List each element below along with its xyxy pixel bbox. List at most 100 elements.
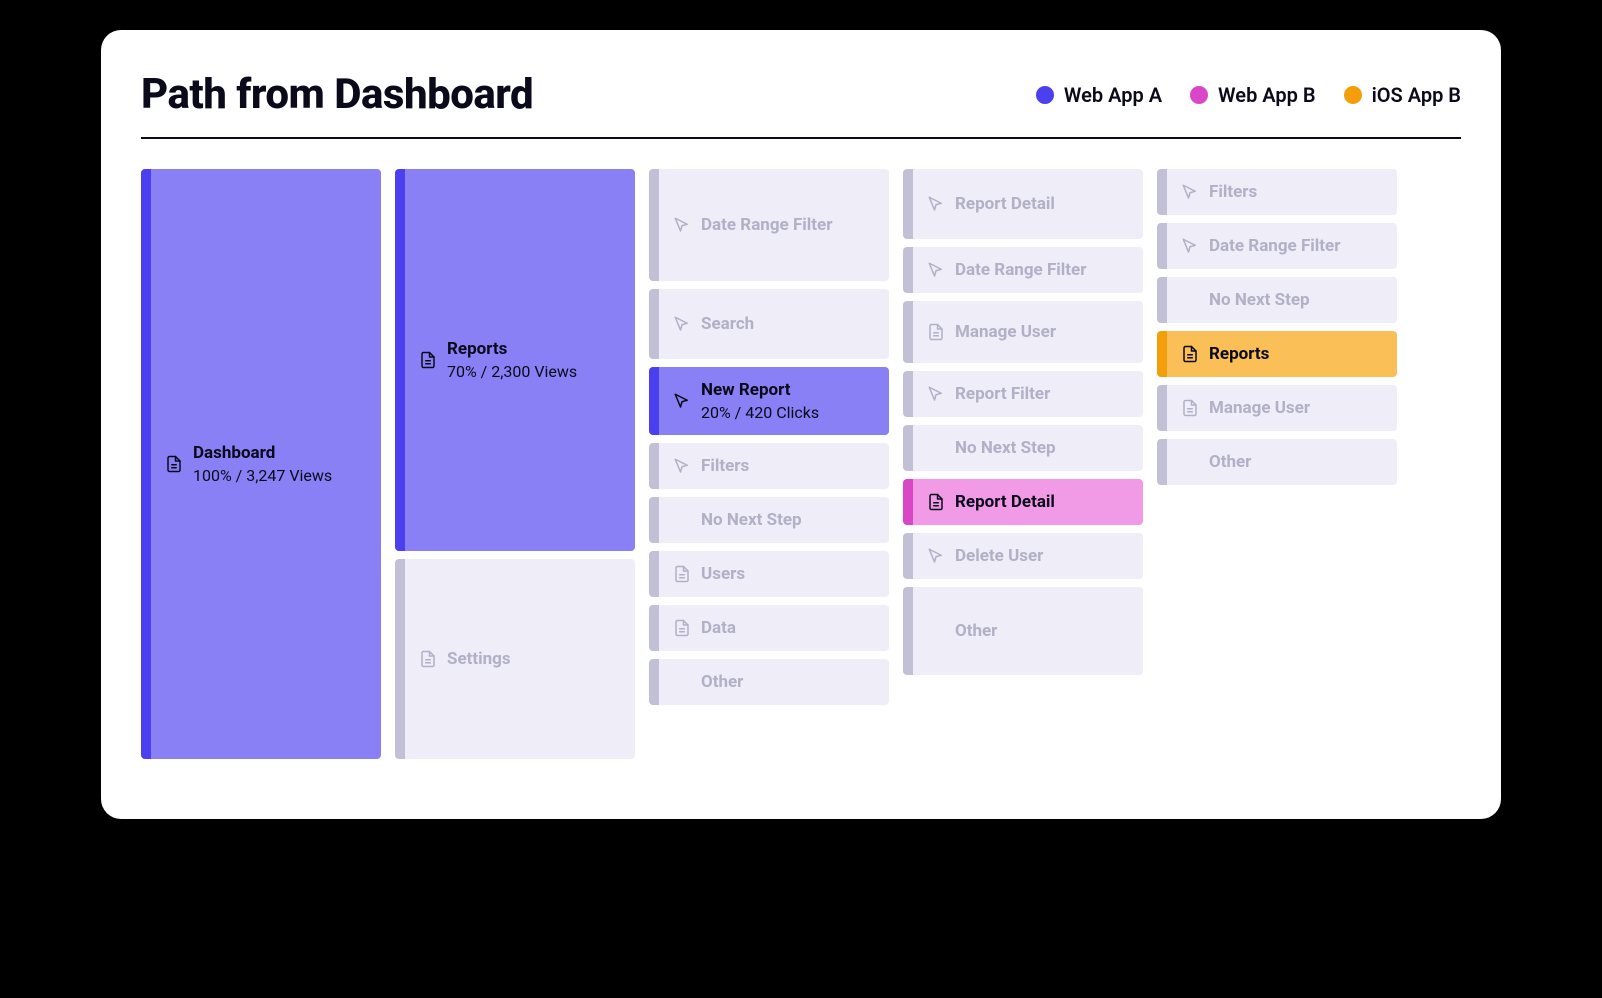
node-content: Dashboard100% / 3,247 Views xyxy=(151,169,381,759)
node-name: Report Detail xyxy=(955,491,1055,513)
path-node[interactable]: Other xyxy=(649,659,889,705)
path-node[interactable]: Filters xyxy=(1157,169,1397,215)
node-name: No Next Step xyxy=(1209,289,1310,311)
path-node[interactable]: Date Range Filter xyxy=(1157,223,1397,269)
document-icon xyxy=(927,493,945,511)
legend-item[interactable]: Web App B xyxy=(1190,83,1316,107)
node-name: Settings xyxy=(447,648,511,670)
path-node[interactable]: Manage User xyxy=(1157,385,1397,431)
legend-label: Web App A xyxy=(1064,83,1162,107)
path-node[interactable]: No Next Step xyxy=(1157,277,1397,323)
node-label: Date Range Filter xyxy=(701,214,832,236)
node-name: Reports xyxy=(447,338,577,360)
node-content: Filters xyxy=(659,443,889,489)
document-icon xyxy=(165,455,183,473)
legend-item[interactable]: Web App A xyxy=(1036,83,1162,107)
path-node[interactable]: Data xyxy=(649,605,889,651)
path-node[interactable]: Users xyxy=(649,551,889,597)
node-bar xyxy=(649,169,659,281)
node-label: Settings xyxy=(447,648,511,670)
node-bar xyxy=(903,371,913,417)
node-name: Data xyxy=(701,617,736,639)
node-name: Manage User xyxy=(955,321,1056,343)
path-node[interactable]: Other xyxy=(903,587,1143,675)
path-node[interactable]: Search xyxy=(649,289,889,359)
node-bar xyxy=(649,443,659,489)
node-content: Report Filter xyxy=(913,371,1143,417)
path-node[interactable]: Report Detail xyxy=(903,479,1143,525)
path-column: Report Detail Date Range Filter Manage Use… xyxy=(903,169,1143,675)
node-name: Filters xyxy=(1209,181,1257,203)
cursor-icon xyxy=(927,547,945,565)
cursor-icon xyxy=(673,216,691,234)
path-node[interactable]: Reports xyxy=(1157,331,1397,377)
node-name: Users xyxy=(701,563,745,585)
path-node[interactable]: No Next Step xyxy=(903,425,1143,471)
node-bar xyxy=(903,247,913,293)
node-bar xyxy=(395,559,405,759)
node-content: Filters xyxy=(1167,169,1397,215)
node-bar xyxy=(1157,331,1167,377)
document-icon xyxy=(673,619,691,637)
node-bar xyxy=(649,289,659,359)
node-content: Search xyxy=(659,289,889,359)
node-content: Date Range Filter xyxy=(913,247,1143,293)
legend-swatch xyxy=(1344,86,1362,104)
cursor-icon xyxy=(927,385,945,403)
path-node[interactable]: Settings xyxy=(395,559,635,759)
node-bar xyxy=(903,169,913,239)
node-name: Date Range Filter xyxy=(955,259,1086,281)
node-content: Users xyxy=(659,551,889,597)
path-node[interactable]: Dashboard100% / 3,247 Views xyxy=(141,169,381,759)
path-column: Date Range Filter Search New Report20% / 4… xyxy=(649,169,889,705)
document-icon xyxy=(419,650,437,668)
path-node[interactable]: No Next Step xyxy=(649,497,889,543)
node-name: Delete User xyxy=(955,545,1043,567)
node-content: Other xyxy=(913,587,1143,675)
node-name: Search xyxy=(701,313,754,335)
node-label: Report Filter xyxy=(955,383,1050,405)
node-bar xyxy=(1157,223,1167,269)
path-node[interactable]: New Report20% / 420 Clicks xyxy=(649,367,889,435)
node-bar xyxy=(1157,385,1167,431)
node-stat: 100% / 3,247 Views xyxy=(193,466,332,487)
node-label: No Next Step xyxy=(1209,289,1310,311)
legend-label: iOS App B xyxy=(1372,83,1461,107)
path-node[interactable]: Other xyxy=(1157,439,1397,485)
path-node[interactable]: Report Detail xyxy=(903,169,1143,239)
node-bar xyxy=(903,425,913,471)
legend-item[interactable]: iOS App B xyxy=(1344,83,1461,107)
node-content: Delete User xyxy=(913,533,1143,579)
node-label: Dashboard100% / 3,247 Views xyxy=(193,442,332,487)
path-node[interactable]: Manage User xyxy=(903,301,1143,363)
node-name: Dashboard xyxy=(193,442,332,464)
node-label: Manage User xyxy=(1209,397,1310,419)
path-node[interactable]: Reports70% / 2,300 Views xyxy=(395,169,635,551)
node-label: Report Detail xyxy=(955,193,1055,215)
node-content: New Report20% / 420 Clicks xyxy=(659,367,889,435)
node-label: Reports70% / 2,300 Views xyxy=(447,338,577,383)
chart-header: Path from Dashboard Web App AWeb App BiO… xyxy=(141,70,1461,139)
path-node[interactable]: Date Range Filter xyxy=(649,169,889,281)
node-name: Other xyxy=(701,671,743,693)
node-label: Report Detail xyxy=(955,491,1055,513)
node-label: Search xyxy=(701,313,754,335)
node-bar xyxy=(903,587,913,675)
node-content: Manage User xyxy=(913,301,1143,363)
node-content: Report Detail xyxy=(913,479,1143,525)
node-content: Reports70% / 2,300 Views xyxy=(405,169,635,551)
path-node[interactable]: Delete User xyxy=(903,533,1143,579)
node-name: No Next Step xyxy=(955,437,1056,459)
path-node[interactable]: Date Range Filter xyxy=(903,247,1143,293)
path-column: Filters Date Range Filter No Next Step Repo… xyxy=(1157,169,1397,485)
legend-swatch xyxy=(1036,86,1054,104)
document-icon xyxy=(927,323,945,341)
node-bar xyxy=(903,533,913,579)
node-content: No Next Step xyxy=(913,425,1143,471)
path-node[interactable]: Report Filter xyxy=(903,371,1143,417)
node-content: Manage User xyxy=(1167,385,1397,431)
node-label: Date Range Filter xyxy=(955,259,1086,281)
path-node[interactable]: Filters xyxy=(649,443,889,489)
node-name: Reports xyxy=(1209,343,1269,365)
node-name: Other xyxy=(1209,451,1251,473)
